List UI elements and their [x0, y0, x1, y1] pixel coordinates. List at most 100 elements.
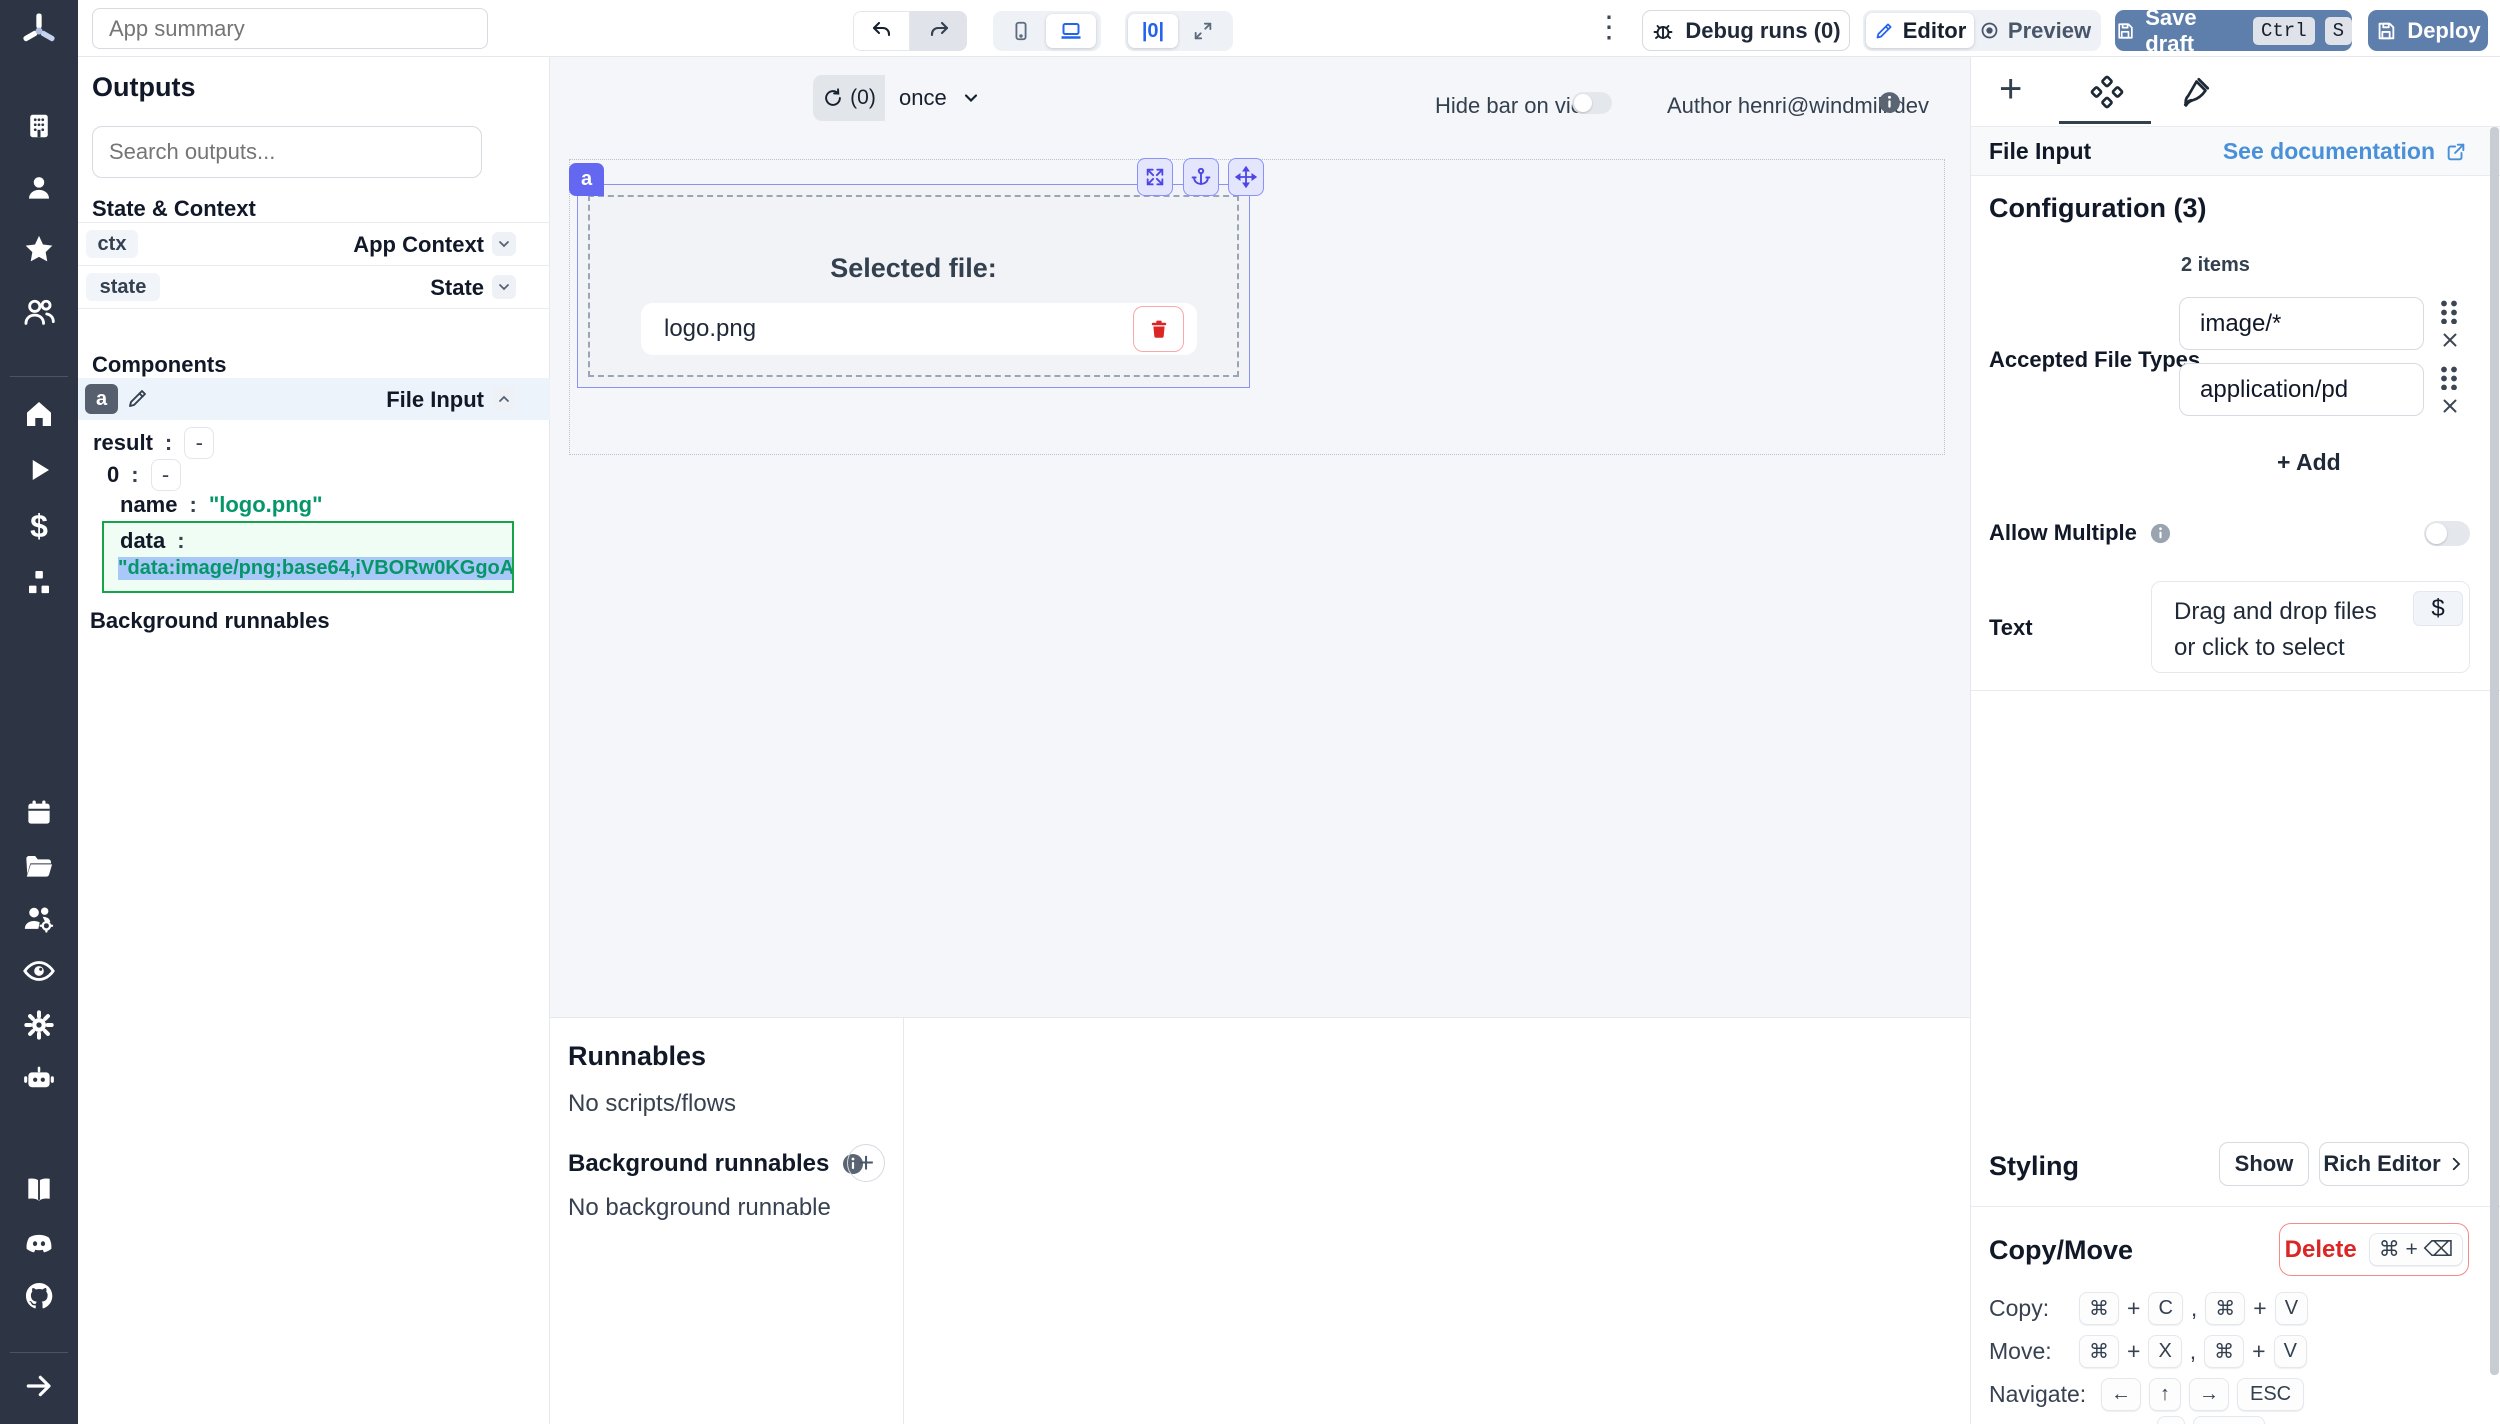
audit-eye-icon[interactable]	[0, 953, 78, 989]
fullwidth-layout-button[interactable]	[1178, 14, 1228, 48]
component-type-label: File Input	[386, 387, 484, 413]
desktop-view-button[interactable]	[1046, 14, 1096, 48]
save-icon	[2375, 20, 2397, 42]
docs-book-icon[interactable]	[0, 1172, 78, 1208]
undo-button[interactable]	[853, 11, 910, 51]
copy-move-title: Copy/Move	[1989, 1235, 2133, 1266]
schedules-calendar-icon[interactable]	[0, 795, 78, 831]
component-id-badge: a	[85, 384, 118, 414]
folders-icon[interactable]	[0, 848, 78, 884]
kbd-s: S	[2325, 17, 2352, 45]
shortcut-row-navigate: Navigate: ← ↑ → ESC	[1989, 1378, 2304, 1411]
workers-user-settings-icon[interactable]	[0, 900, 78, 938]
background-runnables-empty: No background runnable	[568, 1194, 831, 1222]
app-summary-input[interactable]	[92, 8, 488, 49]
hide-bar-toggle[interactable]	[1572, 92, 1612, 114]
variables-dollar-icon[interactable]: $	[0, 508, 78, 544]
collapse-button[interactable]: -	[151, 459, 181, 491]
allow-multiple-toggle[interactable]	[2424, 521, 2470, 546]
vertical-scrollbar[interactable]	[2490, 127, 2499, 1375]
file-type-input-2[interactable]	[2179, 363, 2424, 416]
windmill-logo-icon[interactable]	[0, 10, 78, 52]
rich-editor-button[interactable]: Rich Editor	[2319, 1142, 2469, 1186]
edit-pencil-icon[interactable]	[126, 386, 150, 415]
accepted-file-types-label: Accepted File Types	[1989, 347, 2200, 373]
runs-play-icon[interactable]	[0, 452, 78, 488]
refresh-mode-select[interactable]: once	[885, 85, 995, 111]
info-icon[interactable]	[2149, 522, 2172, 545]
user-icon[interactable]	[0, 170, 78, 206]
resources-cubes-icon[interactable]	[0, 565, 78, 601]
kebab-menu-icon[interactable]: ⋮	[1594, 10, 1624, 45]
chevron-down-icon[interactable]	[492, 275, 516, 299]
drag-handle-icon[interactable]	[2439, 364, 2459, 390]
connect-dollar-button[interactable]: $	[2413, 591, 2463, 626]
remove-file-button[interactable]	[1133, 306, 1184, 352]
tree-row-result[interactable]: result: -	[93, 427, 214, 459]
tab-preview[interactable]: Preview	[1974, 13, 2096, 48]
component-name: File Input	[1989, 138, 2091, 165]
styling-title: Styling	[1989, 1151, 2079, 1182]
remove-item-x-icon[interactable]	[2439, 395, 2461, 422]
collapse-button[interactable]: -	[184, 427, 214, 459]
section-divider	[1971, 690, 2500, 691]
remove-item-x-icon[interactable]	[2439, 329, 2461, 356]
collapse-arrow-right-icon[interactable]	[0, 1368, 78, 1404]
debug-runs-button[interactable]: Debug runs (0)	[1642, 10, 1850, 51]
mobile-view-button[interactable]	[996, 14, 1046, 48]
expand-component-button[interactable]	[1137, 158, 1173, 196]
save-draft-button[interactable]: Save draft Ctrl S	[2115, 10, 2352, 51]
shortcut-row-partial	[1989, 1416, 2265, 1424]
active-tab-underline	[2059, 121, 2151, 124]
github-icon[interactable]	[0, 1278, 78, 1314]
anchor-component-button[interactable]	[1183, 158, 1219, 196]
chevron-down-icon[interactable]	[492, 232, 516, 256]
tab-component-settings-icon[interactable]	[2089, 74, 2125, 115]
settings-gear-icon[interactable]	[0, 1007, 78, 1043]
tree-row-name[interactable]: name: "logo.png"	[120, 492, 323, 518]
file-input-component[interactable]: Selected file: logo.png	[577, 184, 1250, 388]
file-name: logo.png	[664, 315, 756, 343]
state-type-label: State	[430, 275, 484, 301]
workspace-building-icon[interactable]	[0, 108, 78, 144]
tree-name-value: "logo.png"	[209, 492, 323, 518]
deploy-button[interactable]: Deploy	[2368, 10, 2488, 51]
groups-users-icon[interactable]	[0, 293, 78, 331]
tab-editor[interactable]: Editor	[1866, 13, 1974, 48]
add-background-runnable-button[interactable]: +	[847, 1144, 885, 1182]
refresh-button[interactable]: (0)	[813, 75, 885, 121]
chevron-up-icon[interactable]	[492, 387, 516, 411]
file-type-input-1[interactable]	[2179, 297, 2424, 350]
undo-redo-group	[853, 11, 967, 51]
tree-row-data-selected[interactable]: data: "data:image/png;base64,iVBORw0KGgo…	[102, 521, 514, 593]
ctx-type-label: App Context	[353, 232, 484, 258]
discord-icon[interactable]	[0, 1226, 78, 1262]
selected-file-label: Selected file:	[578, 253, 1249, 284]
ctx-row[interactable]: ctx App Context	[78, 222, 550, 265]
components-title: Components	[92, 352, 226, 378]
search-outputs-input[interactable]	[92, 126, 482, 178]
background-runnables-title: Background runnables	[90, 608, 330, 634]
ctx-key-badge: ctx	[86, 230, 138, 258]
favorites-star-icon[interactable]	[0, 231, 78, 267]
see-documentation-link[interactable]: See documentation	[2223, 138, 2467, 165]
tree-row-zero[interactable]: 0: -	[107, 459, 181, 491]
component-row-file-input[interactable]: a File Input	[78, 378, 550, 420]
drag-handle-icon[interactable]	[2439, 298, 2459, 324]
ai-robot-icon[interactable]	[0, 1060, 78, 1096]
external-link-icon	[2445, 141, 2467, 163]
outputs-title: Outputs	[92, 72, 195, 103]
kbd-ctrl: Ctrl	[2253, 17, 2315, 45]
info-icon[interactable]	[1877, 90, 1902, 120]
state-row[interactable]: state State	[78, 265, 550, 308]
center-layout-button[interactable]: |0|	[1128, 14, 1178, 48]
delete-component-button[interactable]: Delete ⌘ + ⌫	[2279, 1223, 2469, 1276]
items-count: 2 items	[2181, 254, 2250, 277]
tab-styling-brush-icon[interactable]	[2177, 74, 2213, 115]
redo-button[interactable]	[910, 11, 967, 51]
tab-insert-plus-icon[interactable]: +	[1999, 69, 2022, 109]
home-icon[interactable]	[0, 396, 78, 432]
move-component-button[interactable]	[1228, 158, 1264, 196]
styling-show-button[interactable]: Show	[2219, 1142, 2309, 1186]
add-file-type-button[interactable]: + Add	[2277, 449, 2341, 476]
